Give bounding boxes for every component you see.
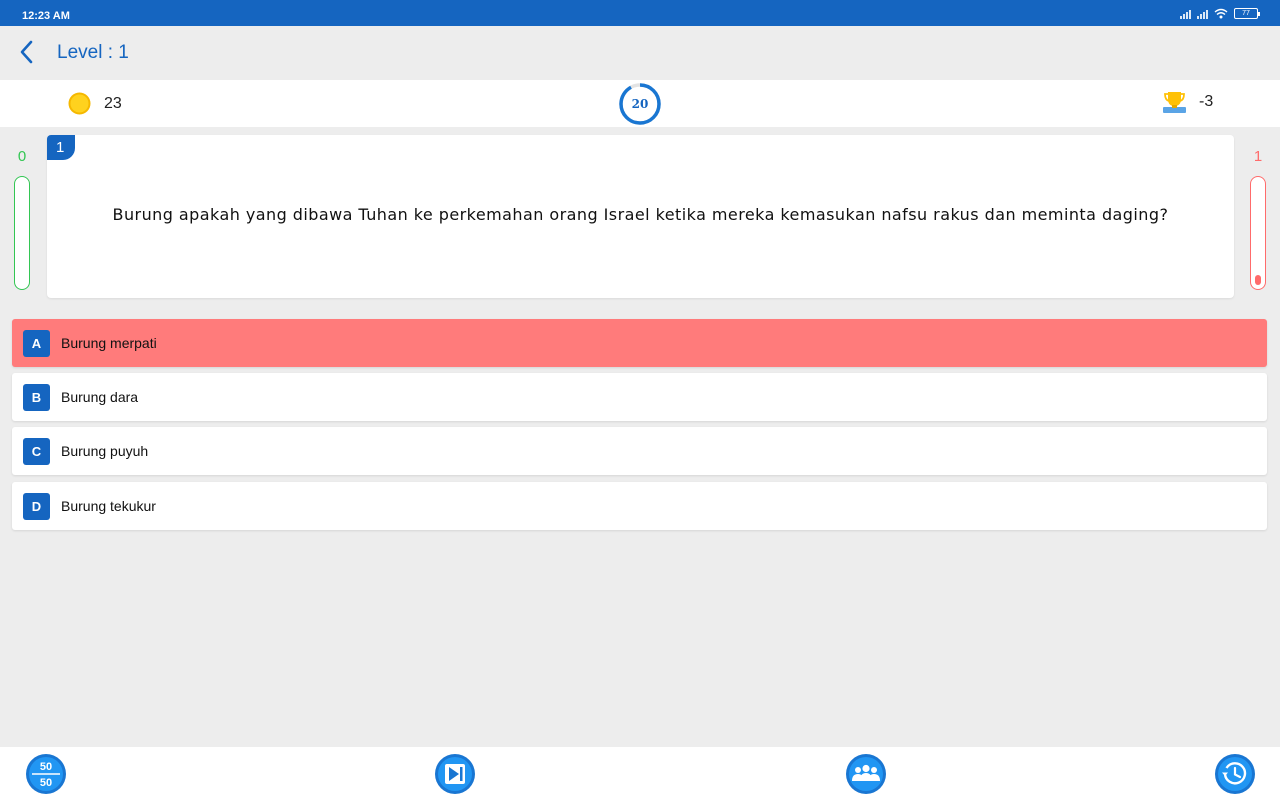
audience-button[interactable] xyxy=(845,753,887,795)
fifty-top-label: 50 xyxy=(40,761,52,773)
status-time: 12:23 AM xyxy=(22,10,70,22)
fifty-fifty-button[interactable]: 50 50 xyxy=(25,753,67,795)
fifty-fifty-icon: 50 50 xyxy=(26,754,66,794)
option-letter: D xyxy=(23,493,50,520)
trophy-icon xyxy=(1163,92,1186,113)
score-value: -3 xyxy=(1199,93,1214,110)
question-card: Burung apakah yang dibawa Tuhan ke perke… xyxy=(47,135,1234,298)
battery-icon: 77 xyxy=(1234,8,1260,19)
correct-meter xyxy=(14,176,30,290)
skip-button[interactable] xyxy=(434,753,476,795)
option-a[interactable]: A Burung merpati xyxy=(12,319,1267,367)
wrong-meter-fill xyxy=(1255,275,1261,285)
option-letter: A xyxy=(23,330,50,357)
battery-level: 77 xyxy=(1242,10,1250,17)
option-c[interactable]: C Burung puyuh xyxy=(12,427,1267,475)
option-text: Burung dara xyxy=(61,389,139,405)
option-text: Burung tekukur xyxy=(61,498,156,514)
question-text: Burung apakah yang dibawa Tuhan ke perke… xyxy=(112,205,1169,224)
stats-bar: 23 20 -3 xyxy=(0,80,1280,127)
page-title: Level : 1 xyxy=(57,42,129,63)
timer-value: 20 xyxy=(631,97,649,111)
signal-icon xyxy=(1180,9,1191,19)
audience-icon xyxy=(846,754,886,794)
question-number: 1 xyxy=(47,135,75,160)
status-bar: 12:23 AM 77 xyxy=(0,0,1280,26)
option-d[interactable]: D Burung tekukur xyxy=(12,482,1267,530)
history-icon xyxy=(1215,754,1255,794)
signal-2-icon xyxy=(1197,9,1208,19)
correct-count: 0 xyxy=(17,148,27,165)
coin-count: 23 xyxy=(104,95,122,112)
back-button[interactable] xyxy=(14,38,42,66)
option-text: Burung puyuh xyxy=(61,443,149,459)
wrong-meter xyxy=(1250,176,1266,290)
option-letter: C xyxy=(23,438,50,465)
wifi-icon xyxy=(1214,8,1228,19)
status-icons: 77 xyxy=(1180,8,1260,19)
time-button[interactable] xyxy=(1214,753,1256,795)
fifty-bottom-label: 50 xyxy=(40,777,52,789)
skip-icon xyxy=(435,754,475,794)
lifeline-bar: 50 50 xyxy=(0,747,1280,800)
option-text: Burung merpati xyxy=(61,335,157,351)
option-letter: B xyxy=(23,384,50,411)
wrong-count: 1 xyxy=(1253,148,1263,165)
option-b[interactable]: B Burung dara xyxy=(12,373,1267,421)
coin-icon xyxy=(68,92,91,115)
chevron-left-icon xyxy=(20,40,33,64)
app-bar: Level : 1 xyxy=(0,26,1280,78)
